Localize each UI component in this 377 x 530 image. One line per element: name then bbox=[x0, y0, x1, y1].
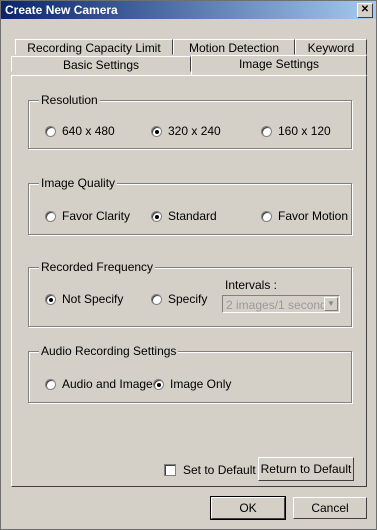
tab-basic-settings[interactable]: Basic Settings bbox=[11, 56, 191, 72]
radio-label: Favor Clarity bbox=[62, 209, 131, 223]
window-title: Create New Camera bbox=[5, 3, 118, 17]
image-quality-label: Image Quality bbox=[39, 176, 118, 190]
intervals-select[interactable]: 2 images/1 second ▼ bbox=[222, 295, 340, 313]
radio-label: Image Only bbox=[170, 377, 232, 391]
return-to-default-button[interactable]: Return to Default bbox=[258, 457, 354, 481]
radio-label: 160 x 120 bbox=[278, 124, 331, 138]
radio-image-only[interactable]: Image Only bbox=[153, 377, 231, 391]
radio-indicator bbox=[153, 378, 164, 390]
radio-320x240[interactable]: 320 x 240 bbox=[151, 124, 221, 138]
radio-indicator bbox=[151, 125, 162, 137]
radio-label: Audio and Image bbox=[62, 377, 153, 391]
image-quality-group: Image Quality Favor Clarity Standard Fav… bbox=[28, 176, 352, 235]
recorded-frequency-group: Recorded Frequency Not Specify Specify I… bbox=[28, 260, 352, 327]
radio-indicator bbox=[151, 293, 162, 305]
radio-indicator bbox=[45, 125, 56, 137]
radio-label: Standard bbox=[168, 209, 217, 223]
radio-label: Not Specify bbox=[62, 292, 124, 306]
radio-indicator bbox=[45, 378, 56, 390]
chevron-down-icon[interactable]: ▼ bbox=[324, 297, 338, 311]
radio-indicator bbox=[45, 293, 56, 305]
radio-640x480[interactable]: 640 x 480 bbox=[45, 124, 115, 138]
radio-label: Specify bbox=[168, 292, 208, 306]
radio-160x120[interactable]: 160 x 120 bbox=[261, 124, 331, 138]
radio-specify[interactable]: Specify bbox=[151, 292, 207, 306]
close-button[interactable]: ✕ bbox=[357, 3, 373, 18]
radio-favor-motion[interactable]: Favor Motion bbox=[261, 209, 348, 223]
radio-indicator bbox=[151, 210, 162, 222]
radio-label: 640 x 480 bbox=[62, 124, 115, 138]
ok-button[interactable]: OK bbox=[210, 496, 286, 520]
set-to-default-label: Set to Default bbox=[183, 463, 256, 477]
radio-audio-and-image[interactable]: Audio and Image bbox=[45, 377, 153, 391]
tab-keyword[interactable]: Keyword bbox=[295, 39, 367, 55]
set-to-default-checkbox[interactable]: Set to Default bbox=[164, 463, 256, 477]
cancel-button[interactable]: Cancel bbox=[293, 497, 367, 519]
title-bar: Create New Camera ✕ bbox=[1, 1, 376, 19]
tab-motion-detection[interactable]: Motion Detection bbox=[173, 39, 295, 55]
image-settings-panel: Resolution 640 x 480 320 x 240 160 x 120… bbox=[11, 75, 367, 487]
resolution-group: Resolution 640 x 480 320 x 240 160 x 120 bbox=[28, 93, 352, 149]
resolution-label: Resolution bbox=[39, 93, 100, 107]
radio-favor-clarity[interactable]: Favor Clarity bbox=[45, 209, 130, 223]
tab-recording-capacity-limit[interactable]: Recording Capacity Limit bbox=[15, 39, 173, 55]
intervals-label: Intervals : bbox=[225, 278, 278, 292]
radio-not-specify[interactable]: Not Specify bbox=[45, 292, 123, 306]
audio-recording-label: Audio Recording Settings bbox=[39, 344, 179, 358]
create-new-camera-dialog: Create New Camera ✕ Recording Capacity L… bbox=[0, 0, 377, 530]
checkbox-indicator bbox=[164, 464, 176, 476]
radio-label: 320 x 240 bbox=[168, 124, 221, 138]
audio-recording-group: Audio Recording Settings Audio and Image… bbox=[28, 344, 352, 403]
radio-standard[interactable]: Standard bbox=[151, 209, 217, 223]
radio-indicator bbox=[45, 210, 56, 222]
radio-indicator bbox=[261, 210, 272, 222]
tab-image-settings[interactable]: Image Settings bbox=[191, 55, 367, 75]
radio-label: Favor Motion bbox=[278, 209, 349, 223]
radio-indicator bbox=[261, 125, 272, 137]
recorded-frequency-label: Recorded Frequency bbox=[39, 260, 156, 274]
intervals-value: 2 images/1 second bbox=[226, 298, 327, 312]
